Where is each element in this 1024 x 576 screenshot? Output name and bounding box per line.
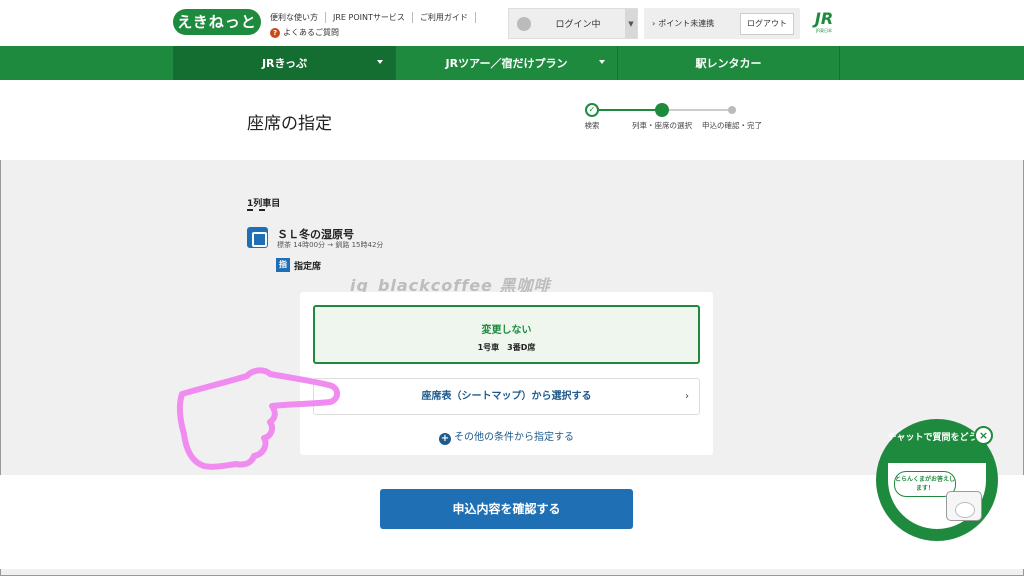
seat-type-label: 指定席	[294, 262, 322, 272]
step-label-select: 列車・座席の選択	[632, 121, 692, 130]
nav-tab-jr-tour[interactable]: JRツアー／宿だけプラン	[395, 46, 617, 80]
site-header: えきねっと 便利な使い方 JRE POINTサービス ご利用ガイド ? よくある…	[0, 0, 1024, 46]
seat-map-option[interactable]: 座席表（シートマップ）から選択する ›	[313, 378, 700, 415]
step-line-done	[592, 109, 662, 111]
step-current-dot	[655, 103, 669, 117]
faq-label: よくあるご質問	[283, 28, 339, 37]
login-status-box[interactable]: ログイン中 ▼	[508, 8, 638, 39]
caret-down-icon	[599, 60, 605, 64]
step-line-todo	[662, 109, 732, 111]
header-link-jre-point[interactable]: JRE POINTサービス	[326, 12, 413, 23]
step-label-search: 検索	[584, 121, 600, 130]
reserved-seat-badge: 指	[276, 258, 290, 272]
seat-map-label: 座席表（シートマップ）から選択する	[421, 391, 592, 402]
step-label-confirm: 申込の確認・完了	[702, 121, 762, 130]
chevron-right-icon: ›	[685, 391, 689, 402]
header-link-guide[interactable]: 便利な使い方	[270, 12, 326, 23]
question-icon: ?	[270, 27, 280, 38]
pointing-hand-annotation	[176, 367, 340, 470]
chevron-down-icon[interactable]: ▼	[625, 9, 637, 38]
confirm-application-button[interactable]: 申込内容を確認する	[380, 489, 633, 529]
page-title: 座席の指定	[247, 114, 332, 134]
train-time: 標茶 14時00分 → 釧路 15時42分	[277, 241, 384, 249]
progress-steps: ✓ 検索 列車・座席の選択 申込の確認・完了	[572, 100, 762, 150]
jr-east-logo[interactable]: JR JR東日本	[808, 10, 840, 36]
bottom-band: 申込内容を確認する	[0, 475, 1024, 569]
points-box: ポイント未連携 ログアウト	[644, 8, 800, 39]
train-number-underline	[247, 209, 265, 211]
title-band: 座席の指定 ✓ 検索 列車・座席の選択 申込の確認・完了	[0, 80, 1024, 160]
header-link-usage-guide[interactable]: ご利用ガイド	[413, 12, 476, 23]
step-done-check-icon: ✓	[585, 103, 599, 117]
caret-down-icon	[377, 60, 383, 64]
nav-tab-rental-car[interactable]: 駅レンタカー	[617, 46, 840, 80]
chat-inner: とらんくまがお答えします！	[888, 463, 986, 529]
plus-circle-icon: +	[439, 433, 451, 445]
points-link[interactable]: ポイント未連携	[652, 18, 740, 29]
seat-options-card: 変更しない 1号車 3番D席 座席表（シートマップ）から選択する › + その他の…	[300, 292, 713, 455]
faq-link[interactable]: ? よくあるご質問	[270, 27, 339, 38]
step-pending-dot	[728, 106, 736, 114]
train-number-label: 1列車目	[247, 199, 281, 209]
train-icon	[247, 227, 268, 248]
login-status-label: ログイン中	[555, 20, 601, 30]
close-icon[interactable]: ×	[974, 426, 993, 445]
bear-mascot-icon	[946, 491, 982, 521]
other-conditions-link[interactable]: + その他の条件から指定する	[300, 428, 713, 445]
keep-seat-option[interactable]: 変更しない 1号車 3番D席	[313, 305, 700, 364]
logout-button[interactable]: ログアウト	[740, 12, 794, 35]
nav-tab-jr-tickets[interactable]: JRきっぷ	[173, 46, 395, 80]
main-nav: JRきっぷ JRツアー／宿だけプラン 駅レンタカー	[0, 46, 1024, 80]
user-avatar-icon	[517, 16, 531, 31]
keep-seat-title: 変更しない	[481, 325, 532, 336]
keep-seat-detail: 1号車 3番D席	[477, 343, 536, 352]
header-links: 便利な使い方 JRE POINTサービス ご利用ガイド	[270, 12, 476, 23]
ekinet-logo[interactable]: えきねっと	[173, 9, 261, 35]
